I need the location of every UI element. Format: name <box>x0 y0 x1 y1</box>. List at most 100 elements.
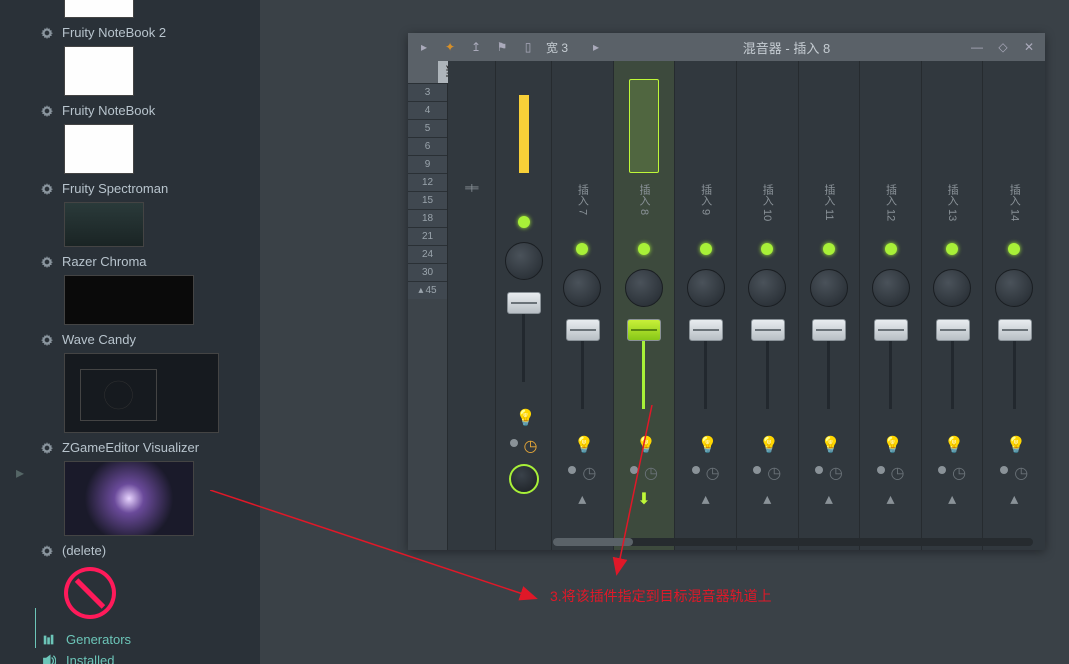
plugin-item[interactable]: Fruity Spectroman <box>40 178 260 199</box>
plugin-thumbnail[interactable] <box>64 124 134 174</box>
send-arrow-icon[interactable]: ▴ <box>821 491 837 507</box>
db-marker[interactable]: 3 <box>408 83 447 101</box>
fx-bulb-icon[interactable]: 💡 <box>698 435 714 451</box>
arrow-up-icon[interactable]: ↥ <box>468 39 484 55</box>
plugin-thumbnail[interactable] <box>64 202 144 247</box>
db-marker[interactable]: ▴45 <box>408 281 447 299</box>
pan-knob[interactable] <box>810 269 848 307</box>
mute-toggle[interactable] <box>823 243 835 255</box>
db-marker[interactable]: 5 <box>408 119 447 137</box>
fx-bulb-icon[interactable]: 💡 <box>759 435 775 451</box>
db-marker[interactable]: 21 <box>408 227 447 245</box>
route-clock-icon[interactable]: ◷ <box>1014 463 1028 477</box>
plugin-thumbnail[interactable] <box>64 353 219 433</box>
route-clock-icon[interactable]: ◷ <box>952 463 966 477</box>
send-arrow-down-icon[interactable]: ⬇ <box>636 491 652 507</box>
send-arrow-icon[interactable]: ▴ <box>1006 491 1022 507</box>
pan-knob[interactable] <box>505 242 543 280</box>
mixer-track[interactable]: 插入 10 💡 ◷ ▴ <box>737 61 799 550</box>
brush-icon[interactable]: ✦ <box>442 39 458 55</box>
fx-bulb-icon[interactable]: 💡 <box>821 435 837 451</box>
play-icon[interactable]: ▸ <box>416 39 432 55</box>
pan-knob[interactable] <box>872 269 910 307</box>
send-arrow-icon[interactable]: ▴ <box>944 491 960 507</box>
route-dot[interactable] <box>510 439 518 447</box>
mixer-track[interactable]: 插入 11 💡 ◷ ▴ <box>799 61 861 550</box>
send-arrow-icon[interactable]: ▴ <box>698 491 714 507</box>
plugin-item-delete[interactable]: (delete) <box>40 540 260 561</box>
volume-fader[interactable] <box>566 319 600 341</box>
plugin-thumbnail[interactable] <box>64 275 194 325</box>
plugin-item[interactable]: Wave Candy <box>40 329 260 350</box>
mute-toggle[interactable] <box>946 243 958 255</box>
volume-fader[interactable] <box>627 319 661 341</box>
mixer-track[interactable]: 插入 13 💡 ◷ ▴ <box>922 61 984 550</box>
fx-bulb-icon[interactable]: 💡 <box>1006 435 1022 451</box>
pan-knob[interactable] <box>933 269 971 307</box>
send-knob[interactable] <box>509 464 539 494</box>
route-clock-icon[interactable]: ◷ <box>767 463 781 477</box>
route-dot[interactable] <box>1000 466 1008 474</box>
db-marker[interactable]: 12 <box>408 173 447 191</box>
pan-knob[interactable] <box>687 269 725 307</box>
master-track-column[interactable]: 💡 ◷ <box>496 61 552 550</box>
tree-item-installed[interactable]: Installed <box>42 650 260 664</box>
mute-toggle[interactable] <box>638 243 650 255</box>
db-marker[interactable]: 30 <box>408 263 447 281</box>
db-marker[interactable]: 9 <box>408 155 447 173</box>
volume-fader[interactable] <box>751 319 785 341</box>
route-dot[interactable] <box>630 466 638 474</box>
pan-knob[interactable] <box>748 269 786 307</box>
db-marker[interactable]: 24 <box>408 245 447 263</box>
current-track-column[interactable]: ╫ <box>448 61 496 550</box>
route-dot[interactable] <box>692 466 700 474</box>
db-marker[interactable]: 15 <box>408 191 447 209</box>
route-dot[interactable] <box>753 466 761 474</box>
sidebar-expand-handle[interactable]: ▸ <box>15 460 25 485</box>
mixer-scrollbar[interactable] <box>553 538 1033 546</box>
mute-toggle[interactable] <box>761 243 773 255</box>
route-clock-icon[interactable]: ◷ <box>644 463 658 477</box>
fx-bulb-icon[interactable]: 💡 <box>944 435 960 451</box>
mute-toggle[interactable] <box>576 243 588 255</box>
mute-toggle[interactable] <box>700 243 712 255</box>
send-arrow-icon[interactable]: ▴ <box>883 491 899 507</box>
send-arrow-icon[interactable]: ▴ <box>574 491 590 507</box>
volume-fader[interactable] <box>507 292 541 314</box>
volume-fader[interactable] <box>812 319 846 341</box>
mixer-track-selected[interactable]: 插入 8 💡 ◷ ⬇ <box>614 61 676 550</box>
tree-item-generators[interactable]: Generators <box>42 629 260 650</box>
db-marker[interactable]: 18 <box>408 209 447 227</box>
width-label[interactable]: 宽 3 <box>546 39 568 56</box>
route-clock-icon[interactable]: ◷ <box>582 463 596 477</box>
delete-icon[interactable] <box>64 567 116 619</box>
plugin-item[interactable]: Fruity NoteBook 2 <box>40 22 260 43</box>
fx-bulb-icon[interactable]: 💡 <box>516 408 532 424</box>
mixer-track[interactable]: 插入 12 💡 ◷ ▴ <box>860 61 922 550</box>
mixer-titlebar[interactable]: ▸ ✦ ↥ ⚑ ▯ 宽 3 ▸ 混音器 - 插入 8 — ◇ ✕ <box>408 33 1045 61</box>
layout-icon[interactable]: ▯ <box>520 39 536 55</box>
route-clock-icon[interactable]: ◷ <box>829 463 843 477</box>
pan-knob[interactable] <box>625 269 663 307</box>
volume-fader[interactable] <box>874 319 908 341</box>
fx-bulb-icon[interactable]: 💡 <box>574 435 590 451</box>
route-clock-icon[interactable]: ◷ <box>524 436 538 450</box>
route-clock-icon[interactable]: ◷ <box>706 463 720 477</box>
route-dot[interactable] <box>877 466 885 474</box>
db-marker[interactable]: 6 <box>408 137 447 155</box>
volume-fader[interactable] <box>689 319 723 341</box>
mute-toggle[interactable] <box>518 216 530 228</box>
plugin-item[interactable]: Razer Chroma <box>40 251 260 272</box>
route-dot[interactable] <box>938 466 946 474</box>
mixer-track[interactable]: 插入 9 💡 ◷ ▴ <box>675 61 737 550</box>
plugin-thumbnail[interactable] <box>64 461 194 536</box>
plugin-thumbnail[interactable] <box>64 46 134 96</box>
fx-bulb-icon[interactable]: 💡 <box>636 435 652 451</box>
fx-bulb-icon[interactable]: 💡 <box>883 435 899 451</box>
flag-icon[interactable]: ⚑ <box>494 39 510 55</box>
plugin-thumbnail[interactable] <box>64 0 134 18</box>
send-arrow-icon[interactable]: ▴ <box>759 491 775 507</box>
close-icon[interactable]: ✕ <box>1021 39 1037 55</box>
plugin-item[interactable]: Fruity NoteBook <box>40 100 260 121</box>
route-dot[interactable] <box>568 466 576 474</box>
